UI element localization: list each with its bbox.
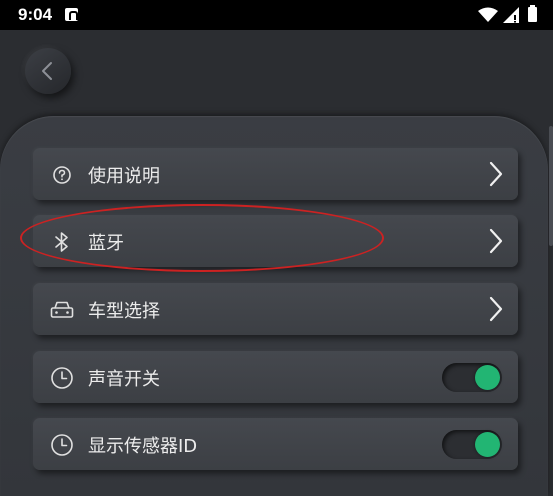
toggle-knob [475,432,500,457]
help-circle-icon [53,166,71,184]
settings-item-car-model[interactable]: 车型选择 [33,283,518,335]
settings-item-label: 蓝牙 [88,233,124,254]
battery-icon [528,5,537,22]
chevron-right-icon [489,161,503,187]
wifi-icon [478,7,498,22]
sensor-id-toggle[interactable] [442,430,502,459]
car-icon [50,301,74,318]
chevron-right-icon [489,296,503,322]
clock-icon [51,367,73,389]
settings-item-instructions[interactable]: 使用说明 [33,148,518,200]
bluetooth-icon [55,232,68,252]
sound-toggle[interactable] [442,363,502,392]
cell-signal-icon [503,7,519,23]
status-time: 9:04 [18,5,53,24]
settings-item-label: 显示传感器ID [88,436,198,457]
clock-icon [51,434,73,456]
settings-item-sound: 声音开关 [33,351,518,403]
a-badge-icon [65,8,78,21]
status-bar: 9:04 [0,0,553,30]
settings-item-label: 使用说明 [88,166,160,187]
toggle-knob [475,365,500,390]
settings-item-label: 声音开关 [88,369,160,390]
chevron-left-icon [42,62,52,80]
settings-item-bluetooth[interactable]: 蓝牙 [33,215,518,267]
chevron-right-icon [489,228,503,254]
scrollbar[interactable] [549,126,553,246]
settings-item-label: 车型选择 [88,301,160,322]
settings-item-sensor-id: 显示传感器ID [33,418,518,470]
back-button[interactable] [25,48,71,94]
